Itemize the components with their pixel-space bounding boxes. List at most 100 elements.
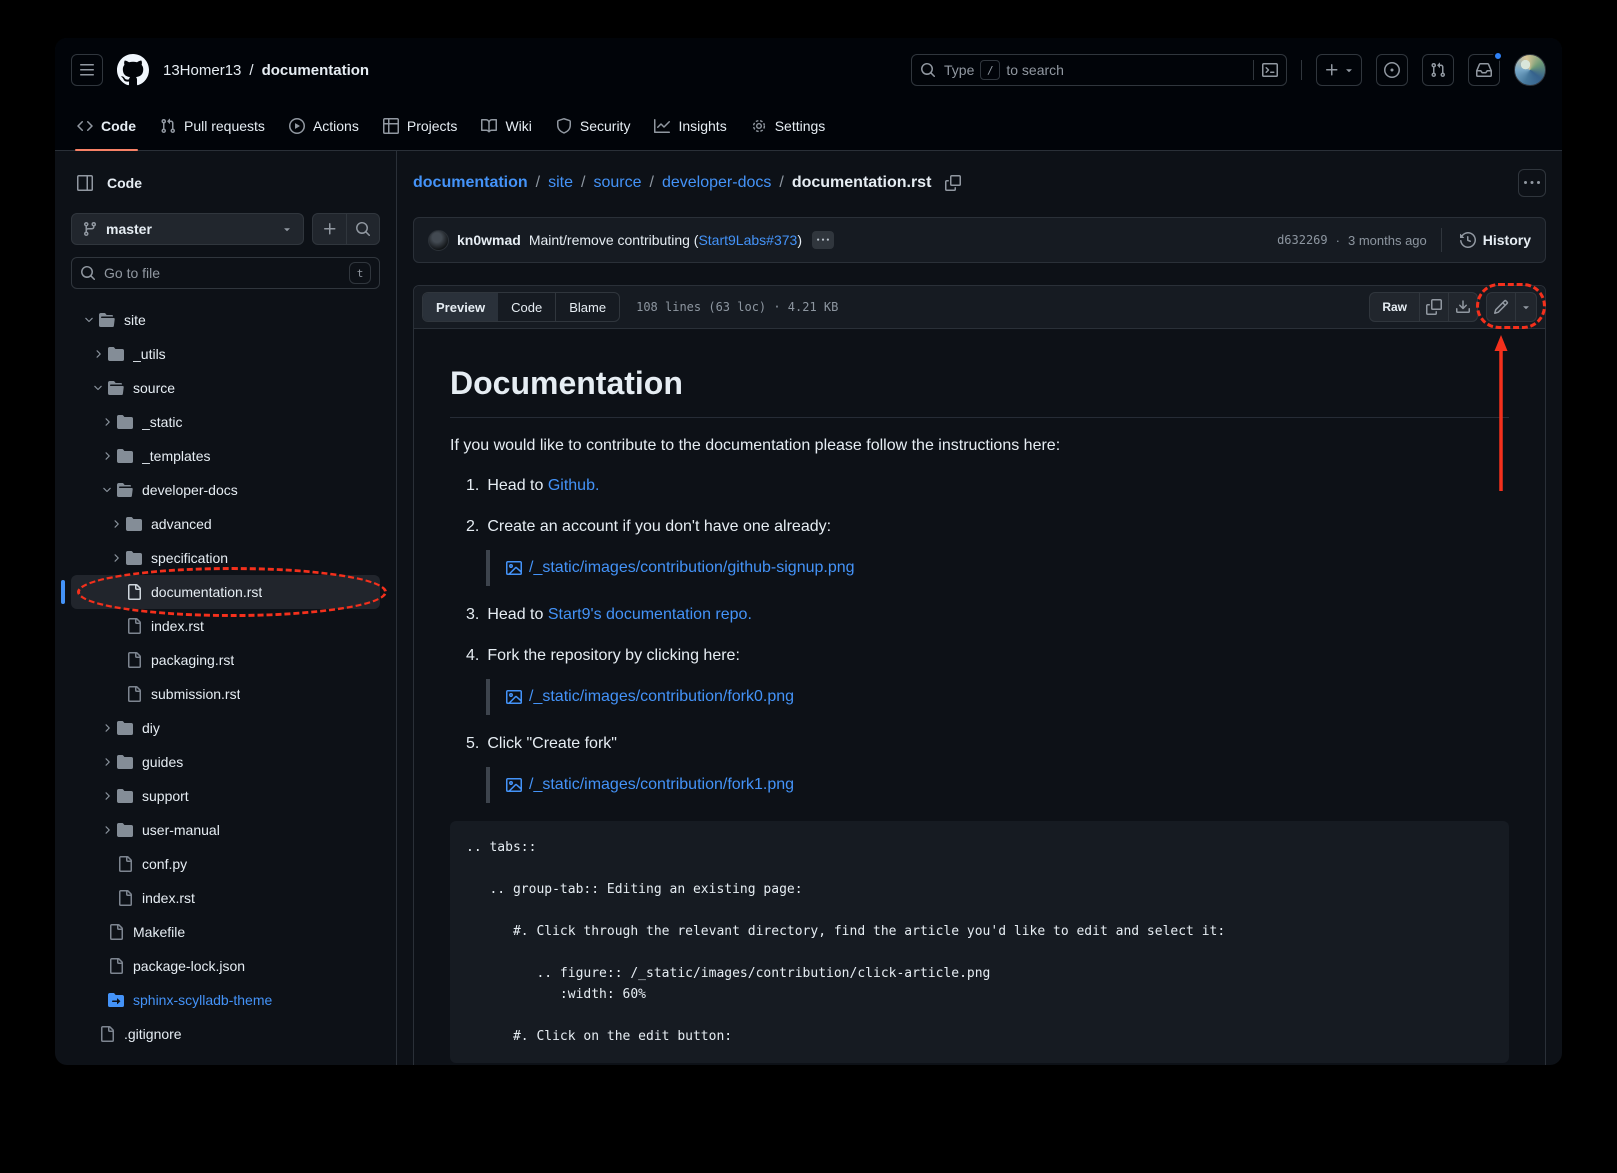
- step-link[interactable]: Github.: [548, 477, 600, 494]
- chevron-right-icon: [106, 552, 126, 564]
- more-options-button[interactable]: [1518, 169, 1546, 197]
- file-tab-preview[interactable]: Preview: [423, 293, 498, 321]
- chevron-right-icon: [97, 722, 117, 734]
- submodule-icon: [108, 992, 124, 1008]
- tree-item-label: guides: [142, 754, 183, 770]
- history-button[interactable]: History: [1460, 232, 1531, 248]
- tab-actions[interactable]: Actions: [279, 102, 369, 150]
- tab-insights[interactable]: Insights: [644, 102, 736, 150]
- commit-message-expander-button[interactable]: [812, 231, 834, 249]
- tree-item-_utils[interactable]: _utils: [71, 337, 380, 371]
- tab-label: Actions: [313, 118, 359, 134]
- issues-button[interactable]: [1376, 54, 1408, 86]
- tab-code[interactable]: Code: [67, 102, 146, 150]
- tree-item-label: packaging.rst: [151, 652, 234, 668]
- goto-file-input[interactable]: Go to file t: [71, 257, 380, 289]
- attachment-blockquote: /_static/images/contribution/fork1.png: [486, 767, 1509, 803]
- chevron-down-icon: [79, 314, 99, 326]
- command-palette-button[interactable]: [1262, 62, 1278, 78]
- github-logo-link[interactable]: [117, 54, 149, 86]
- code-icon: [77, 118, 93, 134]
- repo-name-link[interactable]: documentation: [262, 62, 370, 79]
- tree-item-support[interactable]: support: [71, 779, 380, 813]
- collapse-sidebar-button[interactable]: [71, 169, 99, 197]
- commit-message-link[interactable]: Start9Labs#373: [698, 232, 797, 248]
- search-placeholder-suffix: to search: [1006, 62, 1064, 78]
- tab-wiki[interactable]: Wiki: [471, 102, 541, 150]
- tab-label: Insights: [678, 118, 726, 134]
- repo-owner-link[interactable]: 13Homer13: [163, 62, 241, 79]
- copy-raw-button[interactable]: [1419, 292, 1449, 322]
- tree-item-specification[interactable]: specification: [71, 541, 380, 575]
- attachment-image-link[interactable]: /_static/images/contribution/github-sign…: [529, 556, 855, 580]
- book-icon: [481, 118, 497, 134]
- gear-icon: [751, 118, 767, 134]
- breadcrumb-segment-source[interactable]: source: [593, 174, 641, 192]
- tree-item-.gitignore[interactable]: .gitignore: [71, 1017, 380, 1051]
- hamburger-button[interactable]: [71, 54, 103, 86]
- tree-item-user-manual[interactable]: user-manual: [71, 813, 380, 847]
- tree-item-sphinx-scylladb-theme[interactable]: sphinx-scylladb-theme: [71, 983, 380, 1017]
- tree-item-submission.rst[interactable]: submission.rst: [71, 677, 380, 711]
- pull-requests-button[interactable]: [1422, 54, 1454, 86]
- tree-item-conf.py[interactable]: conf.py: [71, 847, 380, 881]
- issues-icon: [1384, 62, 1400, 78]
- create-new-button[interactable]: [1316, 54, 1362, 86]
- breadcrumb-segment-documentation[interactable]: documentation: [413, 174, 528, 192]
- copy-path-button[interactable]: [941, 171, 965, 195]
- tree-item-diy[interactable]: diy: [71, 711, 380, 745]
- tab-pull-requests[interactable]: Pull requests: [150, 102, 275, 150]
- attachment-image-link[interactable]: /_static/images/contribution/fork0.png: [529, 685, 794, 709]
- pull-request-icon: [160, 118, 176, 134]
- folder-icon: [117, 788, 133, 804]
- file-view-main: documentation/site/source/developer-docs…: [397, 151, 1562, 1065]
- edit-file-button[interactable]: [1486, 292, 1516, 322]
- search-tree-button[interactable]: [346, 214, 379, 244]
- kebab-icon: [1524, 175, 1540, 191]
- step-link[interactable]: Start9's documentation repo.: [548, 606, 752, 623]
- tree-item-label: advanced: [151, 516, 212, 532]
- file-icon: [117, 856, 133, 872]
- commit-sha-link[interactable]: d632269: [1277, 233, 1328, 247]
- add-file-button[interactable]: [313, 214, 346, 244]
- view-switcher: PreviewCodeBlame: [422, 292, 620, 322]
- tree-item-package-lock.json[interactable]: package-lock.json: [71, 949, 380, 983]
- download-button[interactable]: [1448, 292, 1478, 322]
- folder-open-icon: [117, 482, 133, 498]
- commit-time: 3 months ago: [1348, 233, 1427, 248]
- user-avatar-button[interactable]: [1514, 54, 1546, 86]
- tree-item-packaging.rst[interactable]: packaging.rst: [71, 643, 380, 677]
- branch-selector-button[interactable]: master: [71, 213, 304, 245]
- search-placeholder-prefix: Type: [944, 62, 974, 78]
- commit-author-name[interactable]: kn0wmad: [457, 232, 521, 248]
- file-tab-blame[interactable]: Blame: [555, 293, 619, 321]
- tree-item-site[interactable]: site: [71, 303, 380, 337]
- raw-button[interactable]: Raw: [1369, 292, 1420, 322]
- tree-item-source[interactable]: source: [71, 371, 380, 405]
- breadcrumb-segment-developer-docs[interactable]: developer-docs: [662, 174, 771, 192]
- edit-dropdown-button[interactable]: [1515, 292, 1537, 322]
- tree-item-developer-docs[interactable]: developer-docs: [71, 473, 380, 507]
- inbox-button[interactable]: [1468, 54, 1500, 86]
- goto-file-placeholder: Go to file: [104, 265, 160, 281]
- tree-item-index.rst[interactable]: index.rst: [71, 881, 380, 915]
- tree-item-Makefile[interactable]: Makefile: [71, 915, 380, 949]
- git-branch-icon: [82, 221, 98, 237]
- tree-item-documentation.rst[interactable]: documentation.rst: [71, 575, 380, 609]
- step-text: Click "Create fork": [487, 732, 617, 756]
- tab-projects[interactable]: Projects: [373, 102, 468, 150]
- graph-icon: [654, 118, 670, 134]
- file-tab-code[interactable]: Code: [498, 293, 555, 321]
- attachment-image-link[interactable]: /_static/images/contribution/fork1.png: [529, 773, 794, 797]
- tree-item-index.rst[interactable]: index.rst: [71, 609, 380, 643]
- tree-item-advanced[interactable]: advanced: [71, 507, 380, 541]
- instruction-list: 1.Head to Github.2.Create an account if …: [466, 474, 1509, 803]
- tab-security[interactable]: Security: [546, 102, 641, 150]
- global-search-input[interactable]: Type / to search: [911, 54, 1287, 86]
- plus-icon: [322, 221, 338, 237]
- tree-item-guides[interactable]: guides: [71, 745, 380, 779]
- breadcrumb-segment-site[interactable]: site: [548, 174, 573, 192]
- tree-item-_static[interactable]: _static: [71, 405, 380, 439]
- tree-item-_templates[interactable]: _templates: [71, 439, 380, 473]
- tab-settings[interactable]: Settings: [741, 102, 836, 150]
